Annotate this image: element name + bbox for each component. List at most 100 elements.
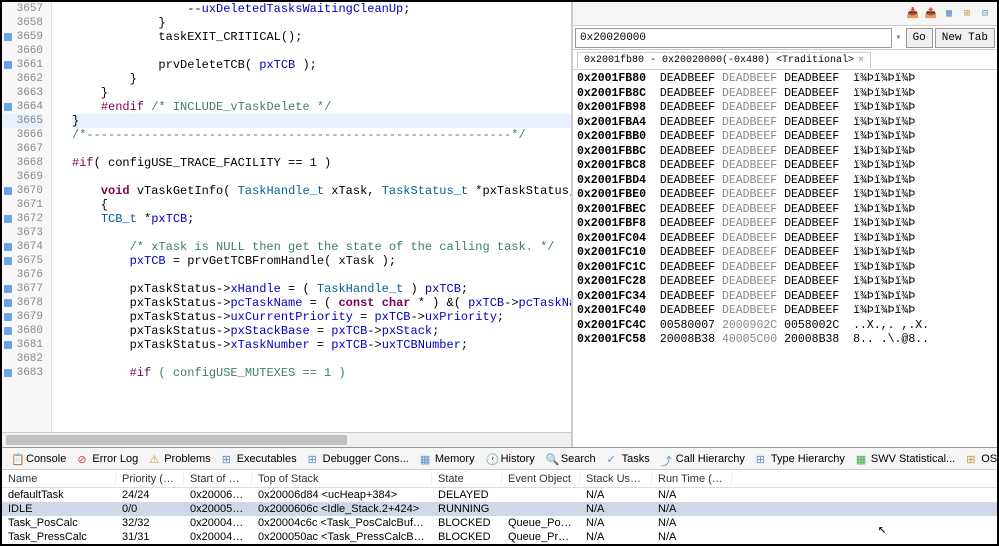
code-line[interactable]: } <box>72 72 571 86</box>
code-line[interactable] <box>72 44 571 58</box>
new-tab-button[interactable]: New Tab <box>935 28 995 48</box>
tab-debugger-cons-[interactable]: ⊞Debugger Cons... <box>303 451 414 467</box>
code-line[interactable]: pxTaskStatus->pcTaskName = ( const char … <box>72 296 571 310</box>
tab-type-hierarchy[interactable]: ⊞Type Hierarchy <box>751 451 850 467</box>
memory-row[interactable]: 0x2001FB80 DEADBEEF DEADBEEF DEADBEEF ï¾… <box>577 72 993 87</box>
code-line[interactable] <box>72 170 571 184</box>
code-line[interactable] <box>72 352 571 366</box>
code-line[interactable]: } <box>72 114 571 128</box>
memory-row[interactable]: 0x2001FBC8 DEADBEEF DEADBEEF DEADBEEF ï¾… <box>577 159 993 174</box>
tab-problems[interactable]: ⚠Problems <box>144 451 215 467</box>
memory-content[interactable]: 0x2001FB80 DEADBEEF DEADBEEF DEADBEEF ï¾… <box>573 70 997 447</box>
tab-label: Error Log <box>92 453 138 465</box>
tab-os-resources[interactable]: ⊞OS Resources <box>961 451 997 467</box>
code-line[interactable]: pxTaskStatus->uxCurrentPriority = pxTCB-… <box>72 310 571 324</box>
memory-row[interactable]: 0x2001FC34 DEADBEEF DEADBEEF DEADBEEF ï¾… <box>577 290 993 305</box>
memory-row[interactable]: 0x2001FBE0 DEADBEEF DEADBEEF DEADBEEF ï¾… <box>577 188 993 203</box>
column-header[interactable]: Event Object <box>502 473 580 485</box>
toolbar-icon[interactable]: ⊞ <box>959 6 975 22</box>
memory-row[interactable]: 0x2001FC4C 00580007 2000902C 0058002C ..… <box>577 319 993 334</box>
tab-tasks[interactable]: ✓Tasks <box>602 451 655 467</box>
close-icon[interactable]: × <box>858 55 864 66</box>
toolbar-icon[interactable]: ⊟ <box>977 6 993 22</box>
table-row[interactable]: IDLE0/00x20005ec40x2000606c <Idle_Stack.… <box>2 502 997 516</box>
code-line[interactable] <box>72 226 571 240</box>
table-row[interactable]: Task_PressCalc31/310x20004f640x200050ac … <box>2 530 997 544</box>
memory-address-input[interactable] <box>575 28 892 48</box>
code-line[interactable]: #if ( configUSE_MUTEXES == 1 ) <box>72 366 571 380</box>
memory-row[interactable]: 0x2001FBF8 DEADBEEF DEADBEEF DEADBEEF ï¾… <box>577 217 993 232</box>
tab-memory[interactable]: ▦Memory <box>415 451 480 467</box>
toolbar-icon[interactable]: ▦ <box>941 6 957 22</box>
tab-history[interactable]: 🕐History <box>481 451 540 467</box>
memory-row[interactable]: 0x2001FC10 DEADBEEF DEADBEEF DEADBEEF ï¾… <box>577 246 993 261</box>
breakpoint-marker[interactable] <box>4 187 12 195</box>
breakpoint-marker[interactable] <box>4 327 12 335</box>
column-header[interactable]: Start of Stack <box>184 473 252 485</box>
memory-row[interactable]: 0x2001FBEC DEADBEEF DEADBEEF DEADBEEF ï¾… <box>577 203 993 218</box>
memory-row[interactable]: 0x2001FBA4 DEADBEEF DEADBEEF DEADBEEF ï¾… <box>577 116 993 131</box>
memory-row[interactable]: 0x2001FB8C DEADBEEF DEADBEEF DEADBEEF ï¾… <box>577 87 993 102</box>
code-line[interactable]: pxTaskStatus->xHandle = ( TaskHandle_t )… <box>72 282 571 296</box>
tab-error-log[interactable]: ⊘Error Log <box>72 451 143 467</box>
memory-row[interactable]: 0x2001FC40 DEADBEEF DEADBEEF DEADBEEF ï¾… <box>577 304 993 319</box>
memory-row[interactable]: 0x2001FBBC DEADBEEF DEADBEEF DEADBEEF ï¾… <box>577 145 993 160</box>
breakpoint-marker[interactable] <box>4 341 12 349</box>
column-header[interactable]: Name <box>2 473 116 485</box>
code-line[interactable]: /*--------------------------------------… <box>72 128 571 142</box>
breakpoint-marker[interactable] <box>4 257 12 265</box>
code-line[interactable]: prvDeleteTCB( pxTCB ); <box>72 58 571 72</box>
memory-row[interactable]: 0x2001FC04 DEADBEEF DEADBEEF DEADBEEF ï¾… <box>577 232 993 247</box>
breakpoint-marker[interactable] <box>4 33 12 41</box>
table-row[interactable]: defaultTask24/240x20006c100x20006d84 <uc… <box>2 488 997 502</box>
breakpoint-marker[interactable] <box>4 285 12 293</box>
column-header[interactable]: Top of Stack <box>252 473 432 485</box>
memory-row[interactable]: 0x2001FC28 DEADBEEF DEADBEEF DEADBEEF ï¾… <box>577 275 993 290</box>
toolbar-icon[interactable]: 📥 <box>905 6 921 22</box>
code-line[interactable]: /* xTask is NULL then get the state of t… <box>72 240 571 254</box>
memory-row[interactable]: 0x2001FC58 20008B38 40005C00 20008B38 8.… <box>577 333 993 348</box>
freertos-task-table[interactable]: NamePriority (Bas...Start of StackTop of… <box>2 470 997 544</box>
code-line[interactable] <box>72 268 571 282</box>
code-line[interactable]: TCB_t *pxTCB; <box>72 212 571 226</box>
memory-tab[interactable]: 0x2001fb80 - 0x20020000(-0x480) <Traditi… <box>577 52 871 68</box>
code-line[interactable]: #endif /* INCLUDE_vTaskDelete */ <box>72 100 571 114</box>
tab-console[interactable]: 📋Console <box>6 451 71 467</box>
column-header[interactable]: State <box>432 473 502 485</box>
code-line[interactable]: taskEXIT_CRITICAL(); <box>72 30 571 44</box>
memory-row[interactable]: 0x2001FBD4 DEADBEEF DEADBEEF DEADBEEF ï¾… <box>577 174 993 189</box>
code-line[interactable]: pxTaskStatus->xTaskNumber = pxTCB->uxTCB… <box>72 338 571 352</box>
column-header[interactable]: Priority (Bas... <box>116 473 184 485</box>
code-line[interactable]: } <box>72 86 571 100</box>
breakpoint-marker[interactable] <box>4 299 12 307</box>
tab-call-hierarchy[interactable]: ⤴Call Hierarchy <box>656 451 750 467</box>
horizontal-scrollbar[interactable] <box>2 432 571 447</box>
code-editor[interactable]: 3657365836593660366136623663366436653666… <box>2 2 572 447</box>
code-line[interactable]: pxTaskStatus->pxStackBase = pxTCB->pxSta… <box>72 324 571 338</box>
toolbar-icon[interactable]: 📤 <box>923 6 939 22</box>
column-header[interactable]: Run Time (%) <box>652 473 732 485</box>
code-line[interactable]: void vTaskGetInfo( TaskHandle_t xTask, T… <box>72 184 571 198</box>
memory-row[interactable]: 0x2001FC1C DEADBEEF DEADBEEF DEADBEEF ï¾… <box>577 261 993 276</box>
code-line[interactable]: { <box>72 198 571 212</box>
tab-executables[interactable]: ⊞Executables <box>217 451 302 467</box>
memory-row[interactable]: 0x2001FB98 DEADBEEF DEADBEEF DEADBEEF ï¾… <box>577 101 993 116</box>
code-line[interactable]: pxTCB = prvGetTCBFromHandle( xTask ); <box>72 254 571 268</box>
code-line[interactable]: --uxDeletedTasksWaitingCleanUp; <box>72 2 571 16</box>
code-line[interactable]: #if( configUSE_TRACE_FACILITY == 1 ) <box>72 156 571 170</box>
breakpoint-marker[interactable] <box>4 61 12 69</box>
memory-row[interactable]: 0x2001FBB0 DEADBEEF DEADBEEF DEADBEEF ï¾… <box>577 130 993 145</box>
breakpoint-marker[interactable] <box>4 103 12 111</box>
breakpoint-marker[interactable] <box>4 243 12 251</box>
go-button[interactable]: Go <box>906 28 933 48</box>
tab-swv-statistical-[interactable]: ▦SWV Statistical... <box>851 451 960 467</box>
breakpoint-marker[interactable] <box>4 215 12 223</box>
code-area[interactable]: --uxDeletedTasksWaitingCleanUp; } taskEX… <box>52 2 571 432</box>
table-row[interactable]: Task_PosCalc32/320x20004a9c0x20004c6c <T… <box>2 516 997 530</box>
code-line[interactable]: } <box>72 16 571 30</box>
code-line[interactable] <box>72 142 571 156</box>
breakpoint-marker[interactable] <box>4 313 12 321</box>
column-header[interactable]: Stack Usage <box>580 473 652 485</box>
breakpoint-marker[interactable] <box>4 369 12 377</box>
tab-search[interactable]: 🔍Search <box>541 451 601 467</box>
